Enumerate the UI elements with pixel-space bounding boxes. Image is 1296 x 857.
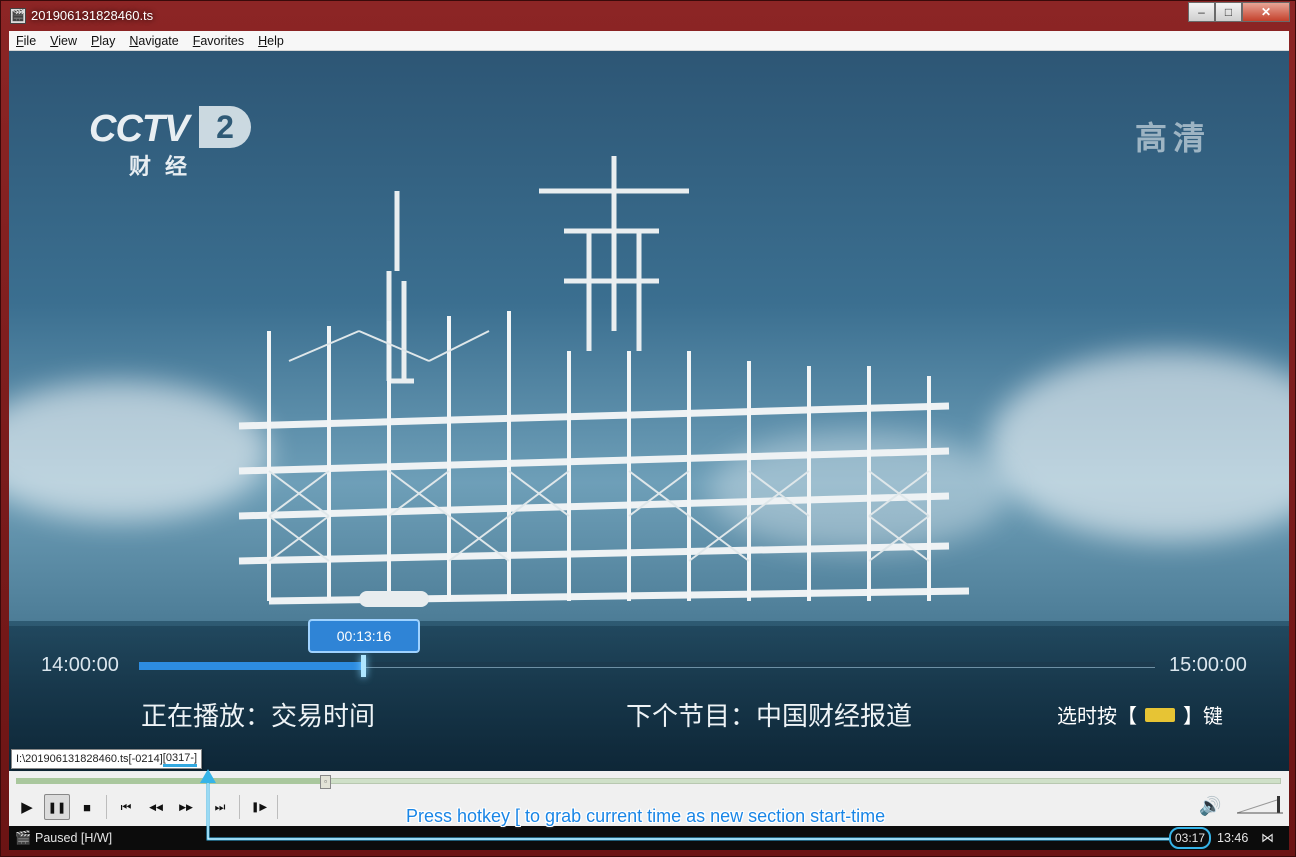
menu-view[interactable]: View — [43, 34, 84, 48]
menu-file-label: ile — [23, 33, 37, 48]
osd-time-tooltip: 00:13:16 — [308, 619, 420, 653]
window-title: 201906131828460.ts — [31, 8, 154, 23]
menu-view-label: iew — [58, 33, 78, 48]
hd-badge: 高清 — [1134, 120, 1211, 156]
close-icon: ✕ — [1260, 5, 1272, 19]
cctv-logo: CCTV — [89, 108, 189, 150]
osd-progress-fill — [139, 662, 363, 670]
filename-tooltip: I:\201906131828460.ts[-0214] [0317-] — [11, 749, 203, 769]
playback-status: Paused [H/W] — [35, 831, 113, 845]
pause-button[interactable]: ❚❚ — [44, 794, 70, 820]
window-buttons: – □ ✕ — [1188, 2, 1290, 22]
menu-file[interactable]: File — [9, 34, 43, 48]
skip-back-icon: ⏮ — [120, 799, 132, 814]
menu-navigate-label: avigate — [138, 33, 179, 48]
menu-play-label: lay — [99, 33, 116, 48]
pause-icon: ❚❚ — [47, 801, 67, 814]
status-bar: 🎬 Paused [H/W] 03:17 13:46 ⋈ — [9, 826, 1289, 850]
menu-file-accel: F — [16, 33, 24, 48]
menu-help[interactable]: Help — [251, 34, 291, 48]
video-area[interactable]: CCTV 2 财经 高清 00:13:16 14:00:00 15:00:00 … — [9, 51, 1289, 771]
previous-button[interactable]: ⏮ — [113, 794, 139, 820]
fast-forward-icon: ▶▶ — [179, 801, 193, 812]
osd-hint-right: 】键 — [1183, 706, 1223, 728]
annotation-caption: Press hotkey [ to grab current time as n… — [406, 806, 886, 826]
minimize-button[interactable]: – — [1188, 2, 1215, 22]
play-button[interactable]: ▶ — [14, 794, 40, 820]
minimize-icon: – — [1198, 5, 1205, 19]
stop-icon: ■ — [83, 799, 91, 815]
channel-subtitle: 财经 — [129, 154, 202, 179]
total-time: 13:46 — [1217, 831, 1249, 845]
osd-hint: 选时按【 】键 — [1057, 700, 1223, 729]
menu-navigate[interactable]: Navigate — [122, 34, 185, 48]
maximize-button[interactable]: □ — [1215, 2, 1242, 22]
section-start-marker: [0317-] — [162, 752, 198, 767]
filename-tooltip-text: I:\201906131828460.ts[-0214] — [16, 753, 163, 765]
volume-slider[interactable] — [1237, 796, 1283, 814]
osd-hint-left: 选时按【 — [1057, 706, 1137, 728]
frame-step-icon: ❚▶ — [250, 801, 268, 813]
osd-start-time: 14:00:00 — [41, 654, 119, 676]
seek-bar-fill — [16, 778, 326, 784]
close-button[interactable]: ✕ — [1242, 2, 1290, 22]
clapperboard-icon: 🎬 — [15, 830, 32, 845]
menu-bar: File View Play Navigate Favorites Help — [9, 31, 1289, 51]
osd-next-program: 下个节目：中国财经报道 — [626, 701, 913, 731]
channel-number: 2 — [199, 106, 251, 148]
fast-forward-button[interactable]: ▶▶ — [173, 794, 199, 820]
osd-now-playing: 正在播放：交易时间 — [141, 701, 376, 731]
frame-step-button[interactable]: ❚▶ — [246, 794, 272, 820]
skip-forward-icon: ⏭ — [214, 799, 226, 814]
play-icon: ▶ — [21, 799, 33, 816]
rewind-icon: ◀◀ — [149, 801, 163, 812]
maximize-icon: □ — [1224, 5, 1233, 19]
yellow-key-icon — [1145, 707, 1175, 722]
next-button[interactable]: ⏭ — [207, 794, 233, 820]
separator — [106, 795, 107, 819]
signal-icon: ⋈ — [1261, 830, 1274, 845]
player-window: 🎬 201906131828460.ts – □ ✕ File View Pla… — [0, 0, 1296, 857]
menu-help-accel: H — [258, 33, 268, 48]
menu-help-label: elp — [267, 33, 284, 48]
stop-button[interactable]: ■ — [74, 794, 100, 820]
menu-play[interactable]: Play — [84, 34, 122, 48]
speaker-icon: 🔊 — [1199, 796, 1222, 816]
scaffold-structure-graphic — [238, 156, 970, 607]
menu-favorites[interactable]: Favorites — [186, 34, 251, 48]
title-bar[interactable]: 🎬 201906131828460.ts – □ ✕ — [1, 1, 1296, 31]
osd-end-time: 15:00:00 — [1169, 654, 1247, 676]
volume-button[interactable]: 🔊 — [1199, 796, 1221, 817]
menu-favorites-label: avorites — [200, 33, 245, 48]
osd-progress-knob — [361, 655, 366, 677]
current-time[interactable]: 03:17 — [1169, 827, 1211, 849]
separator — [239, 795, 240, 819]
seek-bar-thumb[interactable]: ▫ — [320, 775, 331, 789]
clapperboard-icon: 🎬 — [10, 8, 26, 24]
rewind-button[interactable]: ◀◀ — [143, 794, 169, 820]
separator — [277, 795, 278, 819]
